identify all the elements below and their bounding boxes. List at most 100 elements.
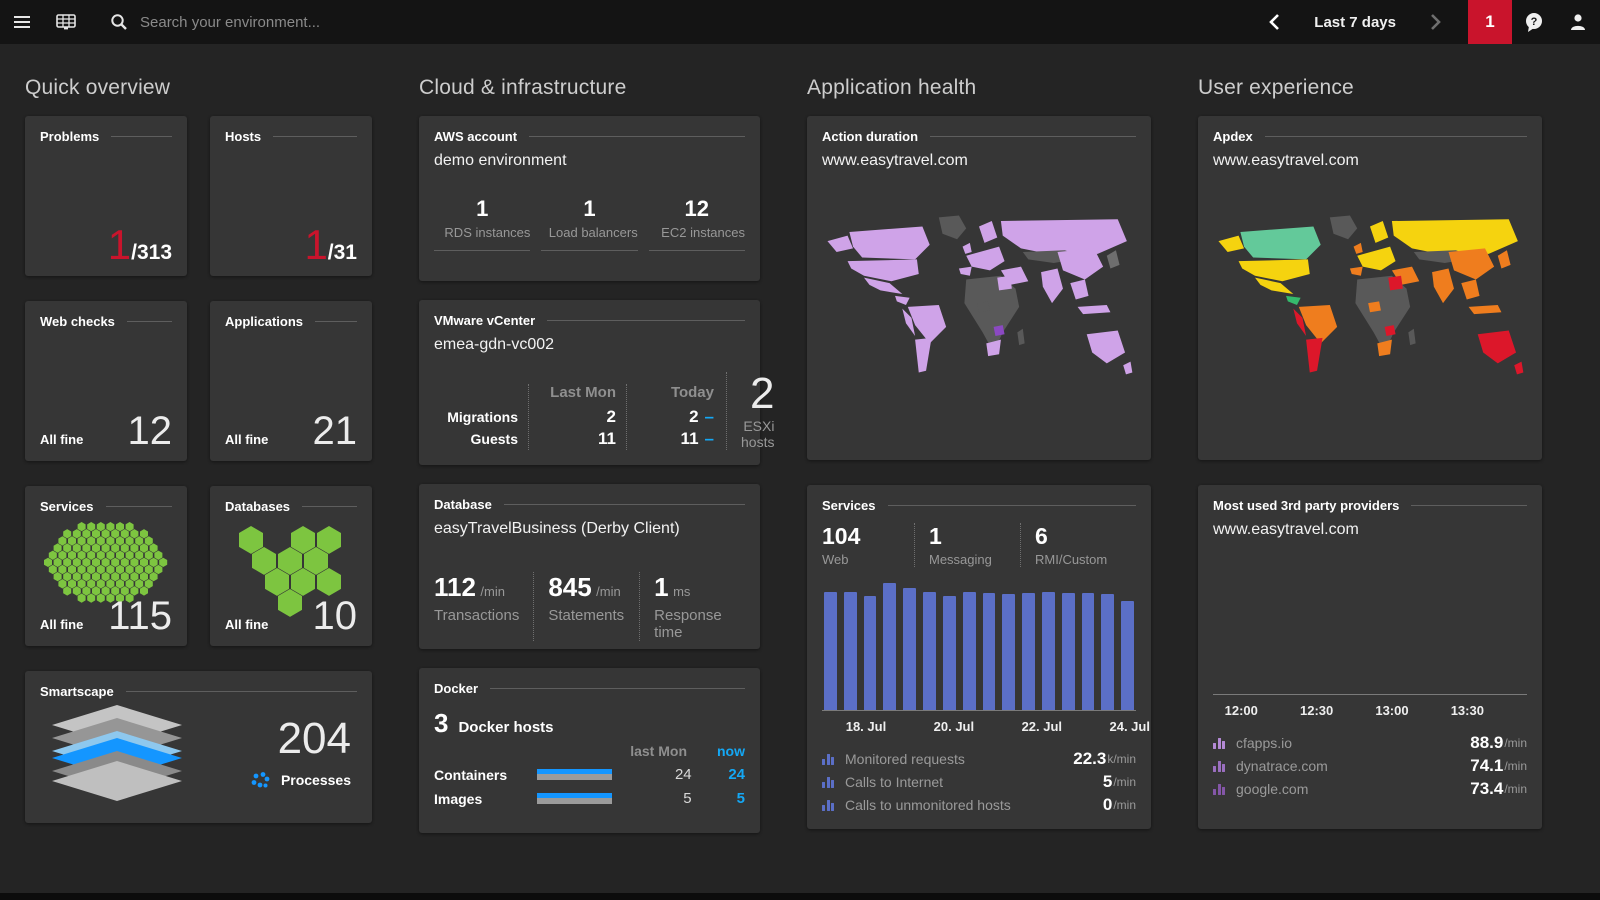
trend-flat-icon: – xyxy=(705,429,714,448)
tile-services[interactable]: Services All fine 115 xyxy=(25,486,187,646)
environment-search xyxy=(110,13,460,31)
status-text: All fine xyxy=(225,617,268,632)
metric-statements: 845 /min Statements xyxy=(533,572,639,641)
column-today: Today 2– 11– xyxy=(626,384,714,450)
application-count: 21 xyxy=(313,411,358,451)
docker-host-caption: Docker hosts xyxy=(458,719,553,736)
tile-docker[interactable]: Docker 3 Docker hosts last Mon now Conta… xyxy=(419,668,760,833)
tile-title: VMware vCenter xyxy=(434,313,535,328)
x-axis-ticks: 18. Jul20. Jul22. Jul24. Jul xyxy=(822,717,1136,741)
help-button[interactable]: ? xyxy=(1512,0,1556,44)
metric-web: 104 Web xyxy=(822,523,914,567)
section-user-experience: User experience Apdex www.easytravel.com… xyxy=(1198,44,1542,854)
metric-messaging: 1 Messaging xyxy=(914,523,1020,567)
metric-ec2: 12 EC2 instances xyxy=(649,196,745,251)
divider xyxy=(529,136,745,137)
legend-row[interactable]: Calls to Internet 5 /min xyxy=(822,770,1136,793)
divider xyxy=(315,321,357,322)
processes-label: Processes xyxy=(281,772,351,788)
third-party-stacked-bar-chart: 12:0012:3013:0013:30 xyxy=(1213,581,1527,725)
tile-title: Services xyxy=(822,498,876,513)
status-text: All fine xyxy=(225,432,268,447)
dashboards-button[interactable] xyxy=(44,0,88,44)
row-label: Migrations xyxy=(434,406,518,428)
guests-last: 11 xyxy=(539,428,616,450)
metric-transactions: 112 /min Transactions xyxy=(434,572,533,641)
legend-row[interactable]: dynatrace.com 74.1 /min xyxy=(1213,754,1527,777)
tile-services-health[interactable]: Services 104 Web 1 Messaging 6 RMI/Custo… xyxy=(807,485,1151,829)
tile-hosts[interactable]: Hosts 1 /31 xyxy=(210,116,372,276)
search-input[interactable] xyxy=(140,14,460,31)
timeframe-label[interactable]: Last 7 days xyxy=(1314,14,1396,31)
world-map-apdex xyxy=(1213,208,1527,402)
tile-action-duration[interactable]: Action duration www.easytravel.com xyxy=(807,116,1151,460)
images-bar xyxy=(537,793,612,804)
metric-caption: EC2 instances xyxy=(649,224,745,242)
divider xyxy=(930,136,1136,137)
legend-row[interactable]: Monitored requests 22.3 k/min xyxy=(822,747,1136,770)
mini-bar-chart-icon xyxy=(822,753,836,765)
legend-row[interactable]: Calls to unmonitored hosts 0 /min xyxy=(822,793,1136,816)
tile-vmware-vcenter[interactable]: VMware vCenter emea-gdn-vc002 Migrations… xyxy=(419,300,760,465)
menu-button[interactable] xyxy=(0,0,44,44)
section-title: Cloud & infrastructure xyxy=(419,76,760,100)
legend-row[interactable]: google.com 73.4 /min xyxy=(1213,777,1527,800)
metric-rmi-custom: 6 RMI/Custom xyxy=(1020,523,1121,567)
dashboard: Quick overview Problems 1 /313 Hosts 1 /… xyxy=(0,44,1600,854)
tile-title: Problems xyxy=(40,129,99,144)
tile-title: Docker xyxy=(434,681,478,696)
metric-response-time: 1 ms Response time xyxy=(639,572,745,641)
chevron-right-icon xyxy=(1430,13,1442,31)
total-count: /31 xyxy=(328,241,357,265)
metric-value: 1 xyxy=(541,196,637,222)
tile-title: Applications xyxy=(225,314,303,329)
tile-smartscape[interactable]: Smartscape 204 xyxy=(25,671,372,823)
tile-databases[interactable]: Databases All fine 10 xyxy=(210,486,372,646)
tile-applications[interactable]: Applications All fine 21 xyxy=(210,301,372,461)
web-check-count: 12 xyxy=(128,411,173,451)
tile-title: Action duration xyxy=(822,129,918,144)
database-count: 10 xyxy=(313,596,358,636)
timeframe-next-button[interactable] xyxy=(1414,0,1458,44)
tile-apdex[interactable]: Apdex www.easytravel.com xyxy=(1198,116,1542,460)
tile-title: Database xyxy=(434,497,492,512)
x-axis-ticks: 12:0012:3013:0013:30 xyxy=(1213,701,1527,725)
hamburger-icon xyxy=(14,16,30,28)
service-count: 115 xyxy=(108,596,172,636)
legend-row[interactable]: cfapps.io 88.9 /min xyxy=(1213,731,1527,754)
divider xyxy=(111,136,172,137)
tile-third-party-providers[interactable]: Most used 3rd party providers www.easytr… xyxy=(1198,485,1542,829)
column-last-mon: Last Mon 2 11 xyxy=(528,384,616,450)
divider xyxy=(888,505,1137,506)
migrations-last: 2 xyxy=(539,406,616,428)
user-button[interactable] xyxy=(1556,0,1600,44)
timeframe-prev-button[interactable] xyxy=(1252,0,1296,44)
open-problem-count: 1 xyxy=(108,224,131,266)
tile-web-checks[interactable]: Web checks All fine 12 xyxy=(25,301,187,461)
tile-database[interactable]: Database easyTravelBusiness (Derby Clien… xyxy=(419,484,760,649)
trend-flat-icon: – xyxy=(705,407,714,426)
tile-title: Databases xyxy=(225,499,290,514)
section-title: Application health xyxy=(807,76,1151,100)
containers-bar xyxy=(537,769,612,780)
tile-problems[interactable]: Problems 1 /313 xyxy=(25,116,187,276)
help-chat-icon: ? xyxy=(1523,11,1545,33)
search-icon xyxy=(110,13,128,31)
tile-aws-account[interactable]: AWS account demo environment 1 RDS insta… xyxy=(419,116,760,281)
mini-bar-chart-icon xyxy=(1213,783,1227,795)
divider xyxy=(273,136,357,137)
column-now: now xyxy=(687,743,745,759)
divider xyxy=(547,320,745,321)
migrations-today: 2 xyxy=(689,407,698,426)
open-problems-badge[interactable]: 1 xyxy=(1468,0,1512,44)
problem-host-count: 1 xyxy=(304,224,327,266)
smartscape-layers-icon xyxy=(42,705,192,801)
guests-today: 11 xyxy=(681,429,699,448)
section-title: User experience xyxy=(1198,76,1542,100)
status-text: All fine xyxy=(40,617,83,632)
services-honeycomb-icon xyxy=(40,522,172,604)
mini-bar-chart-icon xyxy=(1213,737,1227,749)
metric-value: 1 xyxy=(434,196,530,222)
divider xyxy=(302,506,357,507)
world-map-action-duration xyxy=(822,208,1136,402)
